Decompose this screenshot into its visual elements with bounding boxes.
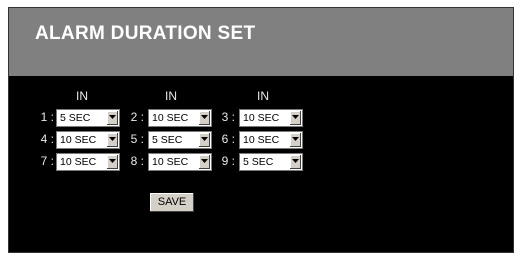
- chevron-down-icon[interactable]: [106, 133, 118, 147]
- alarm-duration-select-2[interactable]: 10 SEC: [148, 109, 212, 127]
- chevron-down-icon[interactable]: [289, 155, 301, 169]
- alarm-label-8: 8 :: [130, 154, 144, 168]
- alarm-duration-select-6[interactable]: 10 SEC: [239, 131, 303, 149]
- header-bar: ALARM DURATION SET: [9, 8, 513, 76]
- chevron-down-icon[interactable]: [198, 111, 210, 125]
- chevron-down-icon[interactable]: [289, 133, 301, 147]
- alarm-duration-select-4[interactable]: 10 SEC: [56, 131, 120, 149]
- alarm-duration-value: 10 SEC: [60, 134, 97, 146]
- alarm-duration-select-8[interactable]: 10 SEC: [148, 153, 212, 171]
- page-title: ALARM DURATION SET: [35, 23, 256, 44]
- alarm-duration-select-1[interactable]: 5 SEC: [56, 109, 120, 127]
- chevron-down-icon[interactable]: [198, 155, 210, 169]
- alarm-label-1: 1 :: [40, 110, 54, 124]
- column-header-in: IN: [76, 89, 88, 103]
- save-button[interactable]: SAVE: [150, 193, 194, 212]
- alarm-label-2: 2 :: [130, 110, 144, 124]
- alarm-label-9: 9 :: [221, 154, 235, 168]
- chevron-down-icon[interactable]: [106, 155, 118, 169]
- chevron-down-icon[interactable]: [289, 111, 301, 125]
- alarm-duration-select-3[interactable]: 10 SEC: [239, 109, 303, 127]
- alarm-duration-value: 10 SEC: [152, 156, 189, 168]
- chevron-down-icon[interactable]: [106, 111, 118, 125]
- alarm-duration-value: 10 SEC: [152, 112, 189, 124]
- alarm-label-3: 3 :: [221, 110, 235, 124]
- alarm-label-6: 6 :: [221, 132, 235, 146]
- alarm-label-4: 4 :: [40, 132, 54, 146]
- alarm-label-5: 5 :: [130, 132, 144, 146]
- alarm-duration-select-5[interactable]: 5 SEC: [148, 131, 212, 149]
- alarm-label-7: 7 :: [40, 154, 54, 168]
- column-header-in: IN: [257, 89, 269, 103]
- alarm-duration-select-9[interactable]: 5 SEC: [239, 153, 303, 171]
- alarm-duration-value: 10 SEC: [243, 134, 280, 146]
- alarm-duration-value: 10 SEC: [60, 156, 97, 168]
- alarm-duration-select-7[interactable]: 10 SEC: [56, 153, 120, 171]
- column-header-in: IN: [165, 89, 177, 103]
- alarm-duration-panel: ALARM DURATION SET IN IN IN 1 : 5 SEC 2 …: [8, 7, 514, 253]
- chevron-down-icon[interactable]: [198, 133, 210, 147]
- alarm-duration-value: 5 SEC: [60, 112, 91, 124]
- alarm-duration-value: 10 SEC: [243, 112, 280, 124]
- alarm-duration-value: 5 SEC: [152, 134, 183, 146]
- alarm-duration-value: 5 SEC: [243, 156, 274, 168]
